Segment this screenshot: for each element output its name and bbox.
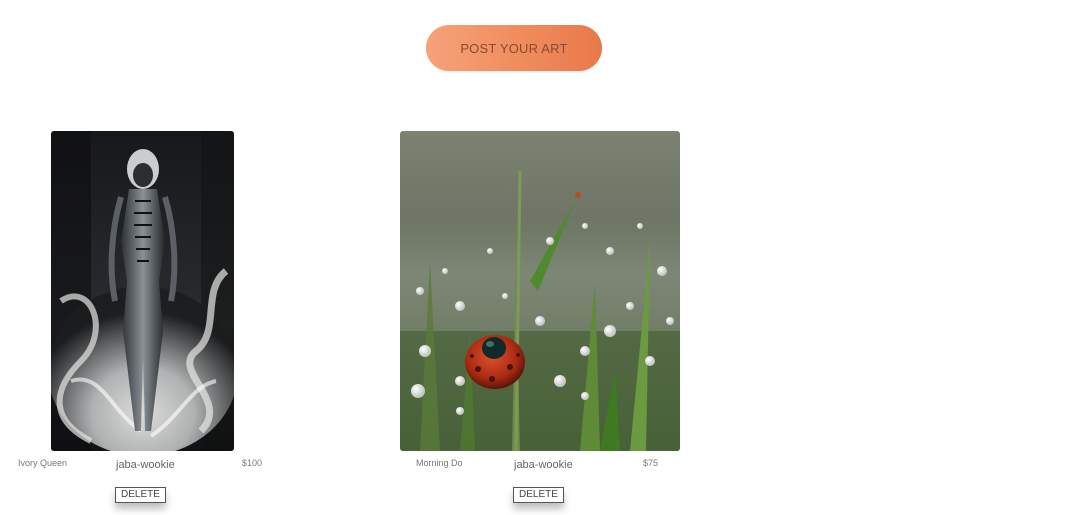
artwork-artist[interactable]: jaba-wookie xyxy=(514,459,573,471)
alien-figure-image xyxy=(51,131,234,451)
artwork-title: Ivory Queen xyxy=(18,458,68,468)
delete-button[interactable]: DELETE xyxy=(513,487,564,503)
artwork-title: Morning Do xyxy=(416,458,463,468)
artwork-image[interactable] xyxy=(51,131,234,451)
post-your-art-button[interactable]: POST YOUR ART xyxy=(426,25,602,71)
delete-button[interactable]: DELETE xyxy=(115,487,166,503)
artwork-image[interactable] xyxy=(400,131,680,451)
ladybug-dew-grass-image xyxy=(400,131,680,451)
artwork-price: $75 xyxy=(643,458,659,468)
artwork-price: $100 xyxy=(242,458,263,468)
page: POST YOUR ART Ivory Queen jaba-wookie $1… xyxy=(0,0,1084,515)
artwork-artist[interactable]: jaba-wookie xyxy=(116,459,175,471)
